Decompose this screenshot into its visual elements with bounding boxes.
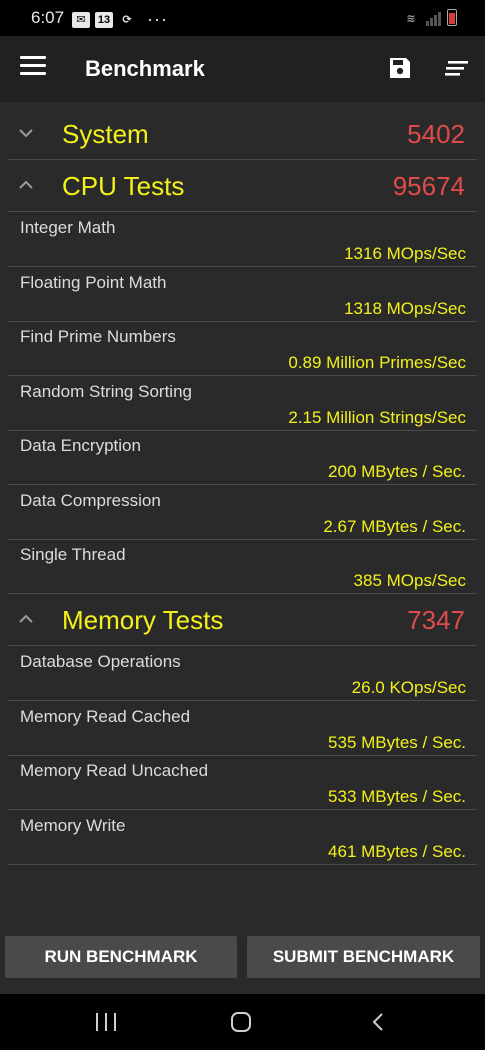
list-item: Memory Read Cached 535 MBytes / Sec. <box>8 701 477 756</box>
status-bar: 6:07 ✉ 13 ⟳ ··· ≋ <box>0 0 485 36</box>
test-name: Floating Point Math <box>20 273 167 292</box>
run-benchmark-button[interactable]: RUN BENCHMARK <box>5 936 237 978</box>
test-value: 535 MBytes / Sec. <box>328 733 466 752</box>
test-value: 2.15 Million Strings/Sec <box>288 408 466 427</box>
battery-icon <box>447 9 457 26</box>
list-item: Find Prime Numbers 0.89 Million Primes/S… <box>8 321 477 376</box>
section-system[interactable]: System 5402 <box>8 108 477 160</box>
list-item: Random String Sorting 2.15 Million Strin… <box>8 376 477 431</box>
test-value: 200 MBytes / Sec. <box>328 462 466 481</box>
test-value: 461 MBytes / Sec. <box>328 842 466 861</box>
chevron-up-icon <box>19 614 33 623</box>
test-name: Memory Read Uncached <box>20 761 209 780</box>
test-name: Random String Sorting <box>20 382 192 401</box>
list-item: Integer Math 1316 MOps/Sec <box>8 212 477 267</box>
test-value: 533 MBytes / Sec. <box>328 787 466 806</box>
save-icon[interactable] <box>388 56 412 80</box>
app-bar: Benchmark <box>0 36 485 102</box>
benchmark-list[interactable]: System 5402 CPU Tests 95674 Integer Math… <box>0 102 485 872</box>
submit-benchmark-button[interactable]: SUBMIT BENCHMARK <box>247 936 480 978</box>
test-value: 26.0 KOps/Sec <box>351 678 466 697</box>
section-score: 95674 <box>392 171 465 201</box>
list-item: Floating Point Math 1318 MOps/Sec <box>8 267 477 322</box>
recent-apps-icon[interactable] <box>96 1013 116 1031</box>
section-name: System <box>62 119 149 149</box>
mail-icon: ✉ <box>72 11 90 28</box>
list-item: Memory Read Uncached 533 MBytes / Sec. <box>8 755 477 810</box>
sort-icon[interactable] <box>445 58 469 78</box>
chevron-up-icon <box>19 180 33 189</box>
test-name: Database Operations <box>20 652 181 671</box>
section-name: CPU Tests <box>62 171 185 201</box>
test-name: Memory Read Cached <box>20 707 191 726</box>
more-icon: ··· <box>147 9 168 29</box>
action-bar: RUN BENCHMARK SUBMIT BENCHMARK <box>0 930 485 984</box>
signal-icon <box>426 10 441 26</box>
notification-icons: ✉ 13 ⟳ ··· <box>72 9 168 30</box>
section-score: 5402 <box>407 119 465 149</box>
test-name: Find Prime Numbers <box>20 327 176 346</box>
calendar-icon: 13 <box>95 11 113 28</box>
section-memory-tests[interactable]: Memory Tests 7347 <box>8 594 477 646</box>
test-name: Data Encryption <box>20 436 141 455</box>
status-time: 6:07 <box>31 8 65 27</box>
list-item: Memory Write 461 MBytes / Sec. <box>8 810 477 865</box>
chevron-down-icon <box>19 129 33 138</box>
test-value: 1316 MOps/Sec <box>344 244 466 263</box>
test-value: 385 MOps/Sec <box>353 571 466 590</box>
test-value: 0.89 Million Primes/Sec <box>288 353 466 372</box>
system-icons: ≋ <box>402 9 457 26</box>
sync-icon: ⟳ <box>122 14 132 26</box>
navigation-bar <box>0 994 485 1050</box>
menu-icon[interactable] <box>20 56 46 78</box>
section-cpu-tests[interactable]: CPU Tests 95674 <box>8 160 477 212</box>
test-value: 1318 MOps/Sec <box>344 299 466 318</box>
list-item: Data Compression 2.67 MBytes / Sec. <box>8 485 477 540</box>
home-icon[interactable] <box>231 1012 251 1032</box>
page-title: Benchmark <box>85 56 205 81</box>
test-name: Memory Write <box>20 816 126 835</box>
wifi-icon: ≋ <box>406 12 416 25</box>
section-name: Memory Tests <box>62 605 224 635</box>
test-value: 2.67 MBytes / Sec. <box>323 517 466 536</box>
test-name: Integer Math <box>20 218 116 237</box>
test-name: Single Thread <box>20 545 126 564</box>
list-item: Data Encryption 200 MBytes / Sec. <box>8 430 477 485</box>
test-name: Data Compression <box>20 491 161 510</box>
back-icon[interactable] <box>370 1012 386 1032</box>
section-score: 7347 <box>407 605 465 635</box>
list-item: Database Operations 26.0 KOps/Sec <box>8 646 477 701</box>
list-item: Single Thread 385 MOps/Sec <box>8 539 477 594</box>
